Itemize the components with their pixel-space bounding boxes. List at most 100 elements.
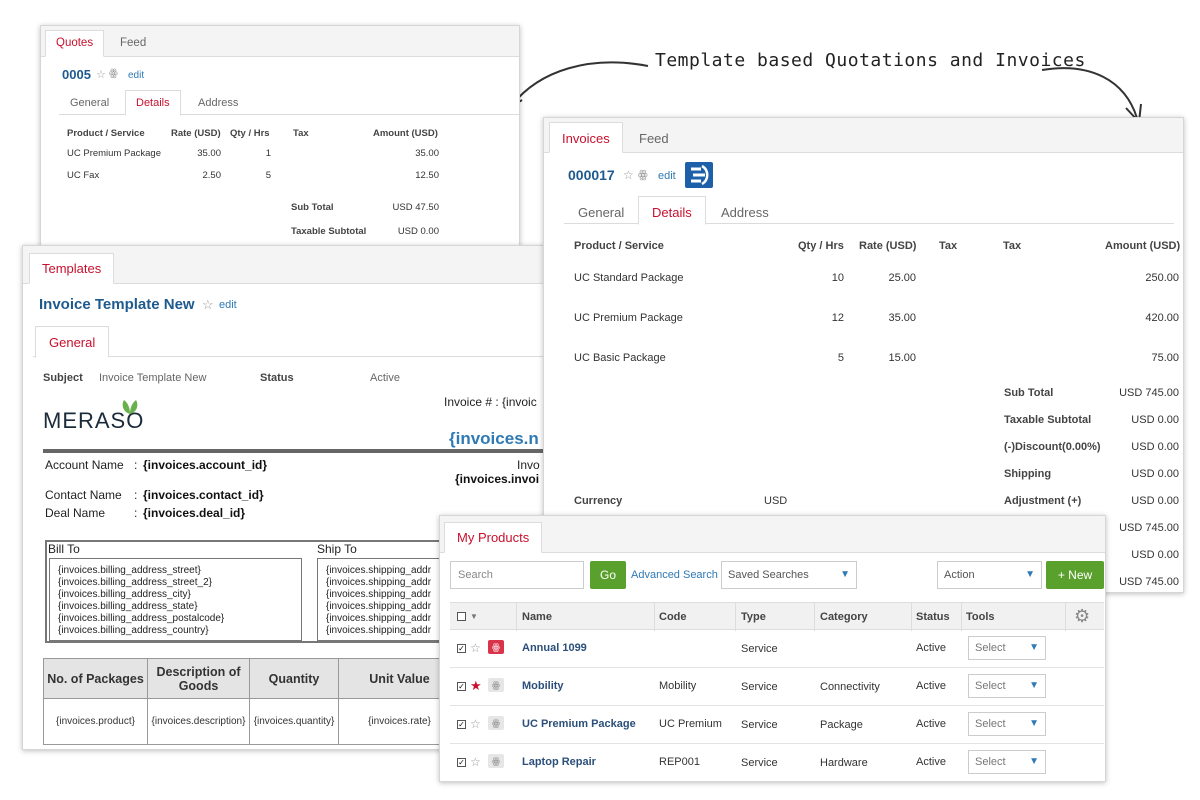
subtab-general[interactable]: General: [59, 90, 120, 116]
product-category: Connectivity: [820, 681, 880, 693]
action-select[interactable]: Action ▼: [937, 561, 1042, 589]
col-header: Qty / Hrs: [230, 128, 270, 139]
total-label: Shipping: [1004, 468, 1052, 480]
table-row[interactable]: ✓ ☆ ꙮ UC Premium Package UC Premium Serv…: [450, 706, 1104, 744]
product-name-link[interactable]: UC Premium Package: [522, 718, 636, 730]
products-tabbar: My Products: [440, 516, 1105, 553]
tools-select[interactable]: Select ▼: [968, 712, 1046, 736]
col-header-category[interactable]: Category: [820, 611, 868, 623]
owl-icon: ꙮ: [488, 678, 504, 692]
product-type: Service: [741, 681, 778, 693]
search-input[interactable]: Search: [450, 561, 584, 589]
col-header-tools[interactable]: Tools: [966, 611, 995, 623]
tools-select[interactable]: Select ▼: [968, 750, 1046, 774]
star-icon[interactable]: ☆: [470, 641, 481, 655]
chevron-down-icon: ▼: [1029, 680, 1039, 691]
advanced-search-link[interactable]: Advanced Search: [631, 569, 718, 581]
table-row[interactable]: ✓ ☆ ꙮ Laptop Repair REP001 Service Hardw…: [450, 744, 1104, 781]
row-checkbox[interactable]: ✓: [457, 644, 466, 653]
total-value: USD 745.00: [1119, 576, 1179, 588]
go-button[interactable]: Go: [590, 561, 626, 589]
products-table-header: ▼ Name Code Type Category Status Tools ⚙: [450, 602, 1104, 631]
col-sep: [961, 603, 962, 631]
total-label: (-)Discount(0.00%): [1004, 441, 1101, 453]
star-icon[interactable]: ☆: [470, 755, 481, 769]
total-value: USD 0.00: [1131, 495, 1179, 507]
action-label: Action: [944, 569, 975, 581]
bill-line: {invoices.billing_address_street}: [58, 565, 201, 576]
subtab-general[interactable]: General: [564, 196, 638, 225]
subtab-general[interactable]: General: [35, 326, 110, 358]
colon: :: [134, 488, 138, 502]
tools-select-label: Select: [975, 718, 1006, 730]
currency-label: Currency: [574, 495, 623, 507]
tab-invoices-feed[interactable]: Feed: [626, 122, 682, 153]
subject-value: Invoice Template New: [99, 372, 207, 384]
star-icon[interactable]: ☆: [623, 168, 634, 182]
col-sep: [911, 603, 912, 631]
bill-line: {invoices.billing_address_country}: [58, 625, 209, 636]
colon: :: [134, 506, 138, 520]
col-header: Qty / Hrs: [798, 240, 844, 252]
select-all-checkbox[interactable]: [457, 612, 466, 621]
tools-select[interactable]: Select ▼: [968, 674, 1046, 698]
star-icon[interactable]: ☆: [96, 68, 106, 81]
account-value: {invoices.account_id}: [143, 458, 268, 472]
total-value: USD 0.00: [1131, 549, 1179, 561]
product-name-link[interactable]: Mobility: [522, 680, 564, 692]
tab-quotes[interactable]: Quotes: [45, 30, 105, 57]
table-row[interactable]: ✓ ★ ꙮ Mobility Mobility Service Connecti…: [450, 668, 1104, 706]
row-checkbox[interactable]: ✓: [457, 758, 466, 767]
edit-link[interactable]: edit: [128, 70, 144, 81]
account-label: Account Name: [45, 458, 124, 472]
total-value: USD 745.00: [1119, 387, 1179, 399]
total-value: USD 0.00: [1131, 414, 1179, 426]
tools-select[interactable]: Select ▼: [968, 636, 1046, 660]
quotes-panel: Quotes Feed 0005 ☆ ꙮ edit General Detail…: [40, 25, 520, 257]
invoices-tabbar: Invoices Feed: [544, 118, 1183, 153]
subtab-address[interactable]: Address: [707, 196, 783, 225]
col-header: Tax: [293, 128, 309, 139]
tab-invoices[interactable]: Invoices: [549, 122, 623, 153]
ds-logo-icon: [685, 162, 713, 188]
col-header-type[interactable]: Type: [741, 611, 766, 623]
subtab-details[interactable]: Details: [638, 196, 706, 225]
star-filled-icon[interactable]: ★: [470, 678, 482, 694]
tab-my-products[interactable]: My Products: [444, 522, 543, 553]
chevron-down-icon: ▼: [1029, 756, 1039, 767]
row-checkbox[interactable]: ✓: [457, 720, 466, 729]
col-header-name[interactable]: Name: [522, 611, 552, 623]
template-title: Invoice Template New: [39, 296, 195, 313]
product-name-link[interactable]: Annual 1099: [522, 642, 587, 654]
new-button[interactable]: + New: [1046, 561, 1104, 589]
table-row[interactable]: ✓ ☆ ꙮ Annual 1099 Service Active Select …: [450, 630, 1104, 668]
goods-header: Description of Goods: [147, 658, 250, 699]
owl-icon: ꙮ: [109, 68, 118, 79]
row-checkbox[interactable]: ✓: [457, 682, 466, 691]
header-divider: [43, 449, 551, 453]
saved-searches-select[interactable]: Saved Searches ▼: [721, 561, 857, 589]
tab-quotes-feed[interactable]: Feed: [109, 30, 157, 57]
quotes-tabbar: Quotes Feed: [41, 26, 519, 57]
cell: 420.00: [1145, 312, 1179, 324]
product-name-link[interactable]: Laptop Repair: [522, 756, 596, 768]
edit-link[interactable]: edit: [219, 299, 237, 311]
chevron-down-icon: ▼: [1029, 642, 1039, 653]
subtab-address[interactable]: Address: [187, 90, 249, 116]
bill-to-label: Bill To: [48, 542, 80, 556]
tab-templates[interactable]: Templates: [29, 253, 115, 284]
subtab-details[interactable]: Details: [125, 90, 181, 116]
col-header-status[interactable]: Status: [916, 611, 950, 623]
product-status: Active: [916, 680, 946, 692]
star-icon[interactable]: ☆: [202, 297, 214, 313]
col-header-code[interactable]: Code: [659, 611, 687, 623]
edit-link[interactable]: edit: [658, 170, 676, 182]
owl-icon: ꙮ: [638, 169, 648, 181]
quote-number: 0005: [62, 67, 91, 82]
caret-down-icon[interactable]: ▼: [470, 612, 478, 621]
star-icon[interactable]: ☆: [470, 717, 481, 731]
invoice-number: 000017: [568, 167, 615, 183]
gear-icon[interactable]: ⚙: [1074, 606, 1090, 627]
bill-to-box: {invoices.billing_address_street} {invoi…: [49, 558, 302, 641]
bill-line: {invoices.billing_address_state}: [58, 601, 198, 612]
